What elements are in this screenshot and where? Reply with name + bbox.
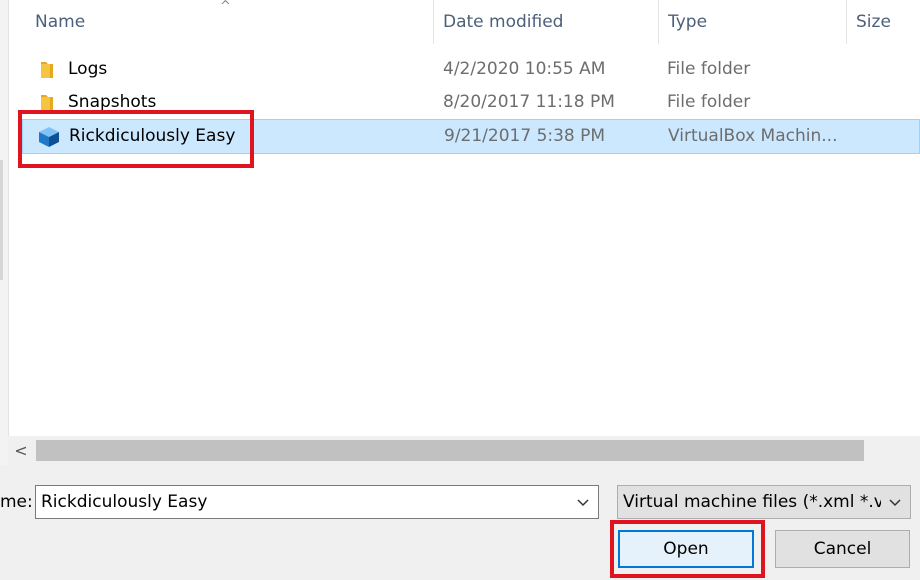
navigation-pane-edge [0,0,9,465]
scrollbar-thumb[interactable] [36,440,864,461]
column-header-name-label: Name [35,12,86,32]
folder-icon [36,92,58,114]
file-row-snapshots[interactable]: Snapshots 8/20/2017 11:18 PM File folder [22,86,920,119]
column-header-bar: Name ^ Date modified Type Size [8,0,920,44]
file-type-filter-value: Virtual machine files (*.xml *.vbox) [623,492,881,512]
chevron-down-icon[interactable] [570,486,596,518]
file-type: File folder [667,59,751,79]
cancel-button[interactable]: Cancel [775,530,910,568]
column-header-date-label: Date modified [443,12,564,32]
scroll-left-icon[interactable]: < [8,436,34,465]
virtualbox-machine-icon [37,125,59,147]
file-row-rickdiculously-easy[interactable]: Rickdiculously Easy 9/21/2017 5:38 PM Vi… [22,119,920,154]
column-header-type-label: Type [668,12,708,32]
file-name: Logs [68,59,108,79]
file-date: 8/20/2017 11:18 PM [443,92,615,112]
file-type-filter-dropdown[interactable]: Virtual machine files (*.xml *.vbox) [617,485,911,519]
folder-icon [36,59,58,81]
open-button[interactable]: Open [618,530,754,568]
column-header-type[interactable]: Type [658,0,846,44]
file-name-combobox[interactable]: Rickdiculously Easy [35,485,599,519]
column-header-date[interactable]: Date modified [433,0,658,44]
file-date: 9/21/2017 5:38 PM [444,126,606,146]
file-name: Snapshots [68,92,157,112]
file-type: File folder [667,92,751,112]
column-header-size-label: Size [856,12,891,32]
chevron-down-icon[interactable] [882,486,908,518]
file-name: Rickdiculously Easy [69,126,236,146]
file-row-logs[interactable]: Logs 4/2/2020 10:55 AM File folder [22,53,920,86]
file-list-pane: Name ^ Date modified Type Size Logs 4/2/… [0,0,920,465]
file-name-label: me: [0,492,33,512]
file-date: 4/2/2020 10:55 AM [443,59,606,79]
horizontal-scrollbar[interactable]: < [8,436,920,465]
sort-ascending-icon: ^ [220,0,231,14]
file-name-input[interactable]: Rickdiculously Easy [41,486,207,518]
column-header-size[interactable]: Size [846,0,920,44]
file-type: VirtualBox Machin... [668,126,838,146]
